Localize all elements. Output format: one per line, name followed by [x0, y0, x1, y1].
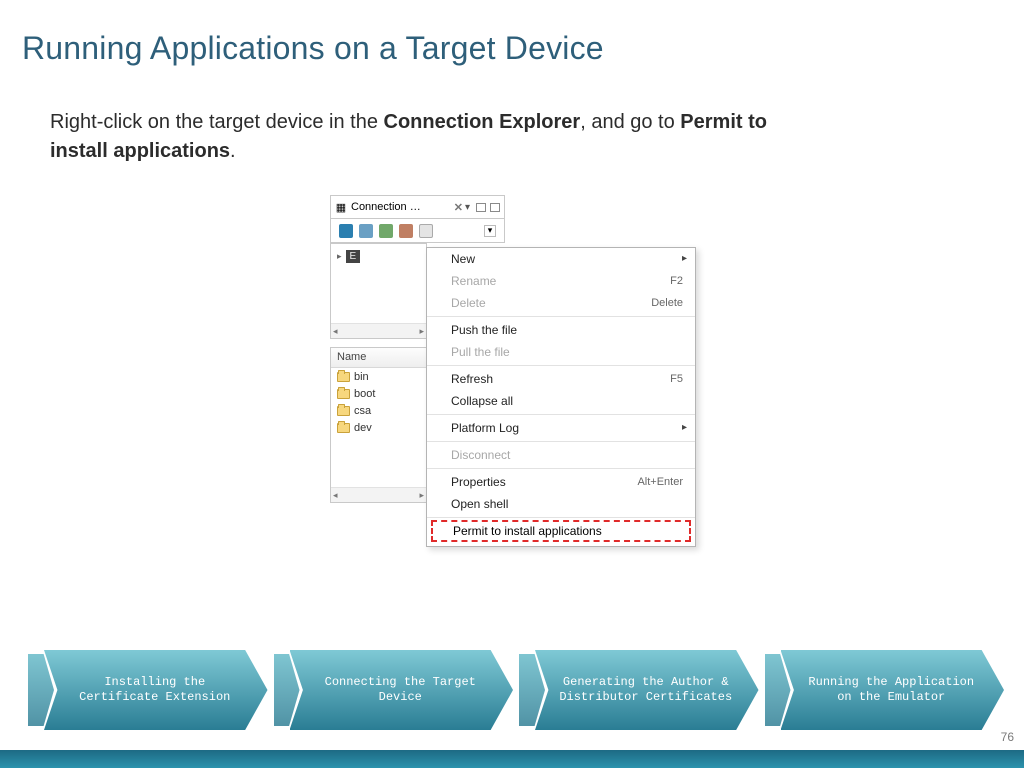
- toolbar-icon-1[interactable]: [339, 224, 353, 238]
- menu-label: New: [451, 253, 475, 265]
- menu-new[interactable]: New ▸: [427, 248, 695, 270]
- menu-pull-file: Pull the file: [427, 341, 695, 363]
- menu-label: Platform Log: [451, 422, 519, 434]
- menu-rename: Rename F2: [427, 270, 695, 292]
- body-pre: Right-click on the target device in the: [50, 111, 384, 133]
- menu-separator: [427, 517, 695, 518]
- menu-shortcut: Delete: [651, 298, 683, 309]
- folder-label: bin: [354, 371, 369, 383]
- window-maximize-icon[interactable]: [490, 203, 500, 212]
- menu-shortcut: Alt+Enter: [637, 477, 683, 488]
- window-restore-icon[interactable]: [476, 203, 486, 212]
- screenshot-region: ▦ Connection … ✕ ▾ ▾ ▸ E ◂▸ Name b: [330, 195, 700, 575]
- explorer-toolbar: ▾: [330, 219, 505, 243]
- step-label: Installing the Certificate Extension: [44, 650, 268, 730]
- scrollbar-horizontal[interactable]: ◂▸: [331, 323, 426, 338]
- toolbar-icon-3[interactable]: [379, 224, 393, 238]
- close-icon[interactable]: ✕: [454, 201, 463, 214]
- submenu-arrow-icon: ▸: [682, 254, 687, 264]
- menu-label: Refresh: [451, 373, 493, 385]
- menu-push-file[interactable]: Push the file: [427, 319, 695, 341]
- step-label: Generating the Author & Distributor Cert…: [535, 650, 759, 730]
- menu-platform-log[interactable]: Platform Log ▸: [427, 417, 695, 439]
- folder-row[interactable]: csa: [331, 402, 426, 419]
- menu-separator: [427, 316, 695, 317]
- menu-label: Properties: [451, 476, 506, 488]
- menu-shortcut: F5: [670, 374, 683, 385]
- device-tree-panel: ▸ E ◂▸: [330, 243, 427, 339]
- menu-properties[interactable]: Properties Alt+Enter: [427, 471, 695, 493]
- menu-separator: [427, 468, 695, 469]
- process-steps: Installing the Certificate Extension Con…: [28, 650, 1004, 730]
- menu-label: Collapse all: [451, 395, 513, 407]
- connection-explorer-tab[interactable]: ▦ Connection … ✕ ▾: [330, 195, 505, 219]
- menu-label: Pull the file: [451, 346, 510, 358]
- menu-separator: [427, 365, 695, 366]
- toolbar-icon-5[interactable]: [419, 224, 433, 238]
- folder-row[interactable]: boot: [331, 385, 426, 402]
- folder-icon: [337, 423, 350, 433]
- toolbar-dropdown-icon[interactable]: ▾: [484, 225, 496, 237]
- menu-shortcut: F2: [670, 276, 683, 287]
- folder-label: csa: [354, 405, 371, 417]
- step-1: Installing the Certificate Extension: [28, 650, 268, 730]
- folder-label: dev: [354, 422, 372, 434]
- scroll-left-icon[interactable]: ◂: [331, 490, 340, 501]
- menu-collapse-all[interactable]: Collapse all: [427, 390, 695, 412]
- step-4: Running the Application on the Emulator: [765, 650, 1005, 730]
- device-row[interactable]: ▸ E: [337, 250, 360, 263]
- toolbar-icon-2[interactable]: [359, 224, 373, 238]
- menu-delete: Delete Delete: [427, 292, 695, 314]
- folder-icon: [337, 406, 350, 416]
- menu-label: Open shell: [451, 498, 508, 510]
- menu-label: Push the file: [451, 324, 517, 336]
- menu-permit-install[interactable]: Permit to install applications: [431, 520, 691, 542]
- toolbar-icon-4[interactable]: [399, 224, 413, 238]
- menu-label: Delete: [451, 297, 486, 309]
- menu-label: Permit to install applications: [453, 525, 602, 537]
- column-header-name[interactable]: Name: [331, 348, 426, 368]
- instruction-text: Right-click on the target device in the …: [50, 108, 770, 166]
- scrollbar-horizontal[interactable]: ◂▸: [331, 487, 426, 502]
- menu-label: Rename: [451, 275, 496, 287]
- menu-separator: [427, 441, 695, 442]
- body-mid: , and go to: [580, 111, 680, 133]
- submenu-arrow-icon: ▸: [682, 423, 687, 433]
- step-label: Connecting the Target Device: [290, 650, 514, 730]
- body-post: .: [230, 140, 236, 162]
- folder-icon: [337, 372, 350, 382]
- page-number: 76: [1001, 730, 1014, 744]
- file-list-panel: Name bin boot csa dev ◂▸: [330, 347, 427, 503]
- menu-open-shell[interactable]: Open shell: [427, 493, 695, 515]
- folder-row[interactable]: dev: [331, 419, 426, 436]
- view-icon: ▦: [335, 202, 347, 213]
- menu-label: Disconnect: [451, 449, 510, 461]
- step-3: Generating the Author & Distributor Cert…: [519, 650, 759, 730]
- slide-title: Running Applications on a Target Device: [22, 30, 604, 67]
- context-menu: New ▸ Rename F2 Delete Delete Push the file…: [426, 247, 696, 547]
- folder-label: boot: [354, 388, 375, 400]
- folder-icon: [337, 389, 350, 399]
- tab-label: Connection …: [351, 201, 451, 213]
- step-label: Running the Application on the Emulator: [781, 650, 1005, 730]
- footer-bar: [0, 750, 1024, 768]
- body-bold-1: Connection Explorer: [384, 111, 581, 133]
- step-2: Connecting the Target Device: [274, 650, 514, 730]
- scroll-left-icon[interactable]: ◂: [331, 326, 340, 337]
- menu-refresh[interactable]: Refresh F5: [427, 368, 695, 390]
- menu-separator: [427, 414, 695, 415]
- device-chip: E: [346, 250, 361, 263]
- minimize-icon[interactable]: ▾: [465, 202, 470, 213]
- menu-disconnect: Disconnect: [427, 444, 695, 466]
- scroll-right-icon[interactable]: ▸: [417, 490, 426, 501]
- tree-expand-icon[interactable]: ▸: [337, 251, 342, 262]
- folder-row[interactable]: bin: [331, 368, 426, 385]
- scroll-right-icon[interactable]: ▸: [417, 326, 426, 337]
